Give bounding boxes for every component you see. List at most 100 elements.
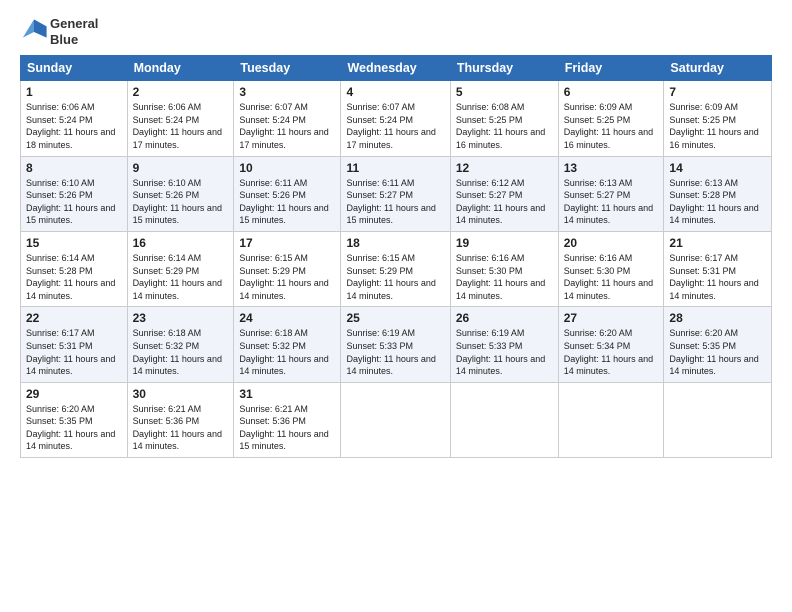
day-info: Sunrise: 6:15 AMSunset: 5:29 PMDaylight:… <box>239 253 328 301</box>
day-number: 19 <box>456 236 553 250</box>
day-number: 26 <box>456 311 553 325</box>
calendar-cell <box>664 382 772 457</box>
logo-icon <box>20 18 48 46</box>
day-number: 8 <box>26 161 122 175</box>
column-header-thursday: Thursday <box>450 56 558 81</box>
column-header-tuesday: Tuesday <box>234 56 341 81</box>
day-info: Sunrise: 6:15 AMSunset: 5:29 PMDaylight:… <box>346 253 435 301</box>
logo-text: General Blue <box>50 16 98 47</box>
day-info: Sunrise: 6:16 AMSunset: 5:30 PMDaylight:… <box>564 253 653 301</box>
calendar-cell <box>558 382 664 457</box>
column-header-saturday: Saturday <box>664 56 772 81</box>
day-number: 31 <box>239 387 335 401</box>
calendar-cell: 28 Sunrise: 6:20 AMSunset: 5:35 PMDaylig… <box>664 307 772 382</box>
calendar-cell: 23 Sunrise: 6:18 AMSunset: 5:32 PMDaylig… <box>127 307 234 382</box>
calendar-cell: 17 Sunrise: 6:15 AMSunset: 5:29 PMDaylig… <box>234 231 341 306</box>
calendar-cell: 31 Sunrise: 6:21 AMSunset: 5:36 PMDaylig… <box>234 382 341 457</box>
day-info: Sunrise: 6:07 AMSunset: 5:24 PMDaylight:… <box>239 102 328 150</box>
calendar-cell: 14 Sunrise: 6:13 AMSunset: 5:28 PMDaylig… <box>664 156 772 231</box>
calendar-cell: 24 Sunrise: 6:18 AMSunset: 5:32 PMDaylig… <box>234 307 341 382</box>
column-header-friday: Friday <box>558 56 664 81</box>
day-number: 1 <box>26 85 122 99</box>
calendar-cell: 6 Sunrise: 6:09 AMSunset: 5:25 PMDayligh… <box>558 81 664 156</box>
day-info: Sunrise: 6:21 AMSunset: 5:36 PMDaylight:… <box>239 404 328 452</box>
day-number: 21 <box>669 236 766 250</box>
calendar-week-row: 8 Sunrise: 6:10 AMSunset: 5:26 PMDayligh… <box>21 156 772 231</box>
day-info: Sunrise: 6:17 AMSunset: 5:31 PMDaylight:… <box>26 328 115 376</box>
day-info: Sunrise: 6:09 AMSunset: 5:25 PMDaylight:… <box>669 102 758 150</box>
calendar-cell: 16 Sunrise: 6:14 AMSunset: 5:29 PMDaylig… <box>127 231 234 306</box>
calendar-cell: 8 Sunrise: 6:10 AMSunset: 5:26 PMDayligh… <box>21 156 128 231</box>
calendar-cell: 2 Sunrise: 6:06 AMSunset: 5:24 PMDayligh… <box>127 81 234 156</box>
calendar-cell <box>341 382 450 457</box>
day-number: 23 <box>133 311 229 325</box>
calendar-cell: 22 Sunrise: 6:17 AMSunset: 5:31 PMDaylig… <box>21 307 128 382</box>
day-number: 14 <box>669 161 766 175</box>
header: General Blue <box>20 16 772 47</box>
calendar-cell: 13 Sunrise: 6:13 AMSunset: 5:27 PMDaylig… <box>558 156 664 231</box>
calendar-cell: 26 Sunrise: 6:19 AMSunset: 5:33 PMDaylig… <box>450 307 558 382</box>
day-number: 12 <box>456 161 553 175</box>
day-number: 4 <box>346 85 444 99</box>
calendar-week-row: 15 Sunrise: 6:14 AMSunset: 5:28 PMDaylig… <box>21 231 772 306</box>
day-info: Sunrise: 6:19 AMSunset: 5:33 PMDaylight:… <box>456 328 545 376</box>
day-info: Sunrise: 6:11 AMSunset: 5:27 PMDaylight:… <box>346 178 435 226</box>
calendar-week-row: 1 Sunrise: 6:06 AMSunset: 5:24 PMDayligh… <box>21 81 772 156</box>
day-info: Sunrise: 6:13 AMSunset: 5:28 PMDaylight:… <box>669 178 758 226</box>
day-info: Sunrise: 6:07 AMSunset: 5:24 PMDaylight:… <box>346 102 435 150</box>
day-number: 10 <box>239 161 335 175</box>
logo: General Blue <box>20 16 98 47</box>
day-info: Sunrise: 6:10 AMSunset: 5:26 PMDaylight:… <box>26 178 115 226</box>
day-info: Sunrise: 6:09 AMSunset: 5:25 PMDaylight:… <box>564 102 653 150</box>
day-info: Sunrise: 6:10 AMSunset: 5:26 PMDaylight:… <box>133 178 222 226</box>
day-number: 9 <box>133 161 229 175</box>
day-number: 3 <box>239 85 335 99</box>
day-info: Sunrise: 6:18 AMSunset: 5:32 PMDaylight:… <box>239 328 328 376</box>
day-info: Sunrise: 6:20 AMSunset: 5:35 PMDaylight:… <box>669 328 758 376</box>
calendar-cell: 21 Sunrise: 6:17 AMSunset: 5:31 PMDaylig… <box>664 231 772 306</box>
calendar-cell: 29 Sunrise: 6:20 AMSunset: 5:35 PMDaylig… <box>21 382 128 457</box>
day-info: Sunrise: 6:13 AMSunset: 5:27 PMDaylight:… <box>564 178 653 226</box>
calendar-week-row: 29 Sunrise: 6:20 AMSunset: 5:35 PMDaylig… <box>21 382 772 457</box>
day-info: Sunrise: 6:18 AMSunset: 5:32 PMDaylight:… <box>133 328 222 376</box>
column-header-monday: Monday <box>127 56 234 81</box>
calendar-cell: 18 Sunrise: 6:15 AMSunset: 5:29 PMDaylig… <box>341 231 450 306</box>
day-info: Sunrise: 6:12 AMSunset: 5:27 PMDaylight:… <box>456 178 545 226</box>
day-number: 18 <box>346 236 444 250</box>
day-number: 24 <box>239 311 335 325</box>
calendar-cell: 11 Sunrise: 6:11 AMSunset: 5:27 PMDaylig… <box>341 156 450 231</box>
calendar-cell: 27 Sunrise: 6:20 AMSunset: 5:34 PMDaylig… <box>558 307 664 382</box>
day-number: 25 <box>346 311 444 325</box>
calendar-header-row: SundayMondayTuesdayWednesdayThursdayFrid… <box>21 56 772 81</box>
day-number: 17 <box>239 236 335 250</box>
calendar-cell: 1 Sunrise: 6:06 AMSunset: 5:24 PMDayligh… <box>21 81 128 156</box>
column-header-sunday: Sunday <box>21 56 128 81</box>
calendar-cell: 4 Sunrise: 6:07 AMSunset: 5:24 PMDayligh… <box>341 81 450 156</box>
calendar-cell <box>450 382 558 457</box>
day-number: 2 <box>133 85 229 99</box>
day-info: Sunrise: 6:20 AMSunset: 5:35 PMDaylight:… <box>26 404 115 452</box>
day-number: 11 <box>346 161 444 175</box>
day-info: Sunrise: 6:06 AMSunset: 5:24 PMDaylight:… <box>133 102 222 150</box>
day-number: 29 <box>26 387 122 401</box>
day-number: 6 <box>564 85 659 99</box>
calendar-week-row: 22 Sunrise: 6:17 AMSunset: 5:31 PMDaylig… <box>21 307 772 382</box>
day-info: Sunrise: 6:08 AMSunset: 5:25 PMDaylight:… <box>456 102 545 150</box>
calendar-cell: 12 Sunrise: 6:12 AMSunset: 5:27 PMDaylig… <box>450 156 558 231</box>
calendar-cell: 19 Sunrise: 6:16 AMSunset: 5:30 PMDaylig… <box>450 231 558 306</box>
day-number: 15 <box>26 236 122 250</box>
calendar-cell: 30 Sunrise: 6:21 AMSunset: 5:36 PMDaylig… <box>127 382 234 457</box>
calendar-table: SundayMondayTuesdayWednesdayThursdayFrid… <box>20 55 772 458</box>
day-number: 7 <box>669 85 766 99</box>
day-info: Sunrise: 6:14 AMSunset: 5:28 PMDaylight:… <box>26 253 115 301</box>
day-info: Sunrise: 6:19 AMSunset: 5:33 PMDaylight:… <box>346 328 435 376</box>
day-info: Sunrise: 6:17 AMSunset: 5:31 PMDaylight:… <box>669 253 758 301</box>
calendar-cell: 9 Sunrise: 6:10 AMSunset: 5:26 PMDayligh… <box>127 156 234 231</box>
column-header-wednesday: Wednesday <box>341 56 450 81</box>
page: General Blue SundayMondayTuesdayWednesda… <box>0 0 792 612</box>
day-info: Sunrise: 6:11 AMSunset: 5:26 PMDaylight:… <box>239 178 328 226</box>
day-info: Sunrise: 6:14 AMSunset: 5:29 PMDaylight:… <box>133 253 222 301</box>
calendar-cell: 25 Sunrise: 6:19 AMSunset: 5:33 PMDaylig… <box>341 307 450 382</box>
calendar-cell: 7 Sunrise: 6:09 AMSunset: 5:25 PMDayligh… <box>664 81 772 156</box>
day-info: Sunrise: 6:16 AMSunset: 5:30 PMDaylight:… <box>456 253 545 301</box>
